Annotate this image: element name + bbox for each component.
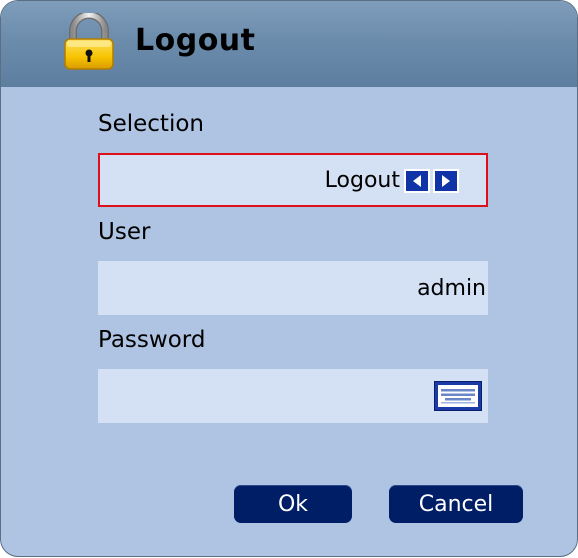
keyboard-icon[interactable] bbox=[434, 381, 482, 411]
selection-value: Logout bbox=[324, 167, 400, 193]
lock-icon bbox=[64, 13, 114, 70]
dialog-title: Logout bbox=[135, 23, 256, 58]
cancel-button[interactable]: Cancel bbox=[389, 485, 523, 523]
arrow-left-icon[interactable] bbox=[404, 169, 430, 193]
selection-field[interactable]: Logout bbox=[98, 153, 488, 207]
ok-button[interactable]: Ok bbox=[234, 485, 352, 523]
title-bar: Logout bbox=[1, 1, 577, 87]
user-value: admin bbox=[417, 275, 486, 301]
password-label: Password bbox=[98, 327, 206, 353]
password-field[interactable] bbox=[98, 369, 488, 423]
user-label: User bbox=[98, 219, 151, 245]
user-field[interactable]: admin bbox=[98, 261, 488, 315]
logout-dialog: Logout Selection Logout User admin Passw… bbox=[0, 0, 578, 557]
arrow-right-icon[interactable] bbox=[433, 169, 459, 193]
selection-label: Selection bbox=[98, 111, 204, 137]
